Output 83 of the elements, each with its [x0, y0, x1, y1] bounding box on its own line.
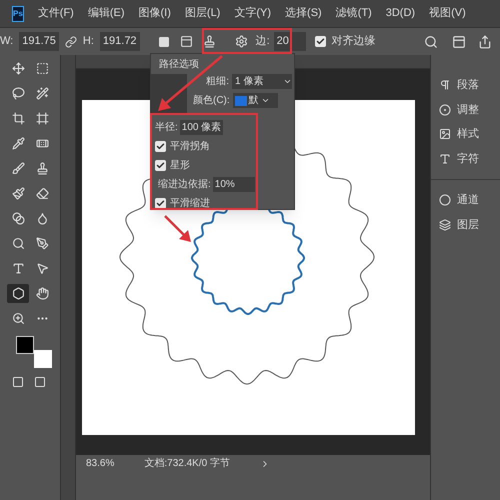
height-field[interactable]: 191.72 [100, 32, 140, 51]
align-icon[interactable] [180, 35, 193, 48]
image-icon[interactable] [439, 128, 451, 140]
app-logo: Ps [12, 6, 24, 22]
bandage-icon [36, 137, 48, 150]
tool-button[interactable] [7, 284, 29, 303]
panel-tab[interactable]: 调整 [457, 102, 479, 118]
brush-icon [12, 187, 24, 200]
width-field[interactable]: 191.75 [19, 32, 59, 51]
panel-tab[interactable]: 通道 [457, 192, 479, 208]
eraser-icon [36, 187, 48, 200]
weight-dropdown[interactable]: 1 像素 [232, 74, 292, 89]
frame-icon [36, 112, 48, 125]
checkbox[interactable] [155, 141, 166, 152]
checkbox[interactable] [314, 36, 326, 47]
height-label: H: [82, 34, 94, 50]
hexagon-icon [12, 287, 24, 300]
share-icon[interactable] [478, 34, 492, 48]
type-icon [12, 262, 24, 275]
checkbox[interactable] [155, 160, 166, 171]
menu-item[interactable]: 视图(V) [429, 5, 466, 22]
search-icon[interactable] [424, 34, 438, 48]
lasso-icon [12, 87, 24, 100]
hand-icon [36, 287, 48, 300]
pointer-icon [36, 262, 48, 275]
document-size: 文档:732.4K/0 字节 [144, 456, 230, 471]
wand-icon [36, 87, 48, 100]
screen-mode-icon[interactable] [34, 376, 46, 388]
color-label: 颜色(C): [193, 94, 230, 108]
radius-label: 半径: [155, 120, 178, 135]
menu-item[interactable]: 图像(I) [138, 5, 171, 22]
chevron-icon [283, 77, 292, 86]
circle-icon[interactable] [439, 194, 451, 206]
zoom-icon [12, 312, 24, 325]
sides-field[interactable]: 20 [274, 32, 306, 51]
weight-label: 粗细: [205, 75, 229, 89]
menu-item[interactable]: 滤镜(T) [336, 5, 372, 22]
settings-icon[interactable] [234, 35, 248, 48]
square-icon[interactable] [158, 36, 170, 48]
option-label: 平滑拐角 [170, 140, 210, 154]
menu-item[interactable]: 3D(D) [386, 5, 416, 22]
pilcrow-icon[interactable] [439, 79, 451, 92]
link-icon[interactable] [64, 36, 77, 48]
panel-tab[interactable]: 字符 [457, 150, 479, 167]
option-label: 缩进边依据: [158, 178, 211, 192]
menu-item[interactable]: 编辑(E) [88, 5, 125, 22]
radius-field[interactable]: 100 像素 [180, 120, 224, 135]
drop-icon [36, 212, 48, 225]
pen-icon [36, 237, 48, 250]
color-dropdown[interactable]: 默 [232, 93, 278, 108]
panel-tab[interactable]: 样式 [457, 126, 479, 142]
option-label: 平滑缩进 [170, 196, 210, 211]
option-label: 星形 [170, 159, 190, 173]
circle-icon[interactable] [439, 104, 451, 116]
align-edges-label: 对齐边缘 [332, 34, 376, 50]
panel-tab[interactable]: 图层 [457, 216, 479, 233]
sides-label: 边: [256, 34, 270, 50]
move-icon [12, 62, 24, 75]
zoom-level: 83.6% [86, 457, 114, 471]
background-swatch[interactable] [34, 350, 52, 368]
annotation-arrow [163, 214, 193, 244]
chevron-icon [260, 96, 270, 105]
letter-icon[interactable] [439, 152, 451, 165]
checkbox[interactable] [155, 198, 166, 209]
popup-title: 路径选项 [158, 58, 200, 72]
menu-item[interactable]: 文件(F) [38, 5, 74, 22]
stamp-icon [36, 162, 48, 175]
menu-item[interactable]: 选择(S) [285, 5, 322, 22]
layers-icon[interactable] [439, 218, 451, 231]
foreground-swatch[interactable] [16, 336, 34, 354]
marquee-icon [36, 62, 48, 75]
arrange-icon[interactable] [202, 35, 216, 48]
brush-icon [12, 162, 24, 175]
magnifier-icon [12, 237, 24, 250]
crop-icon [12, 112, 24, 125]
panel-tab[interactable]: 段落 [457, 77, 479, 94]
menu-item[interactable]: 文字(Y) [234, 5, 272, 22]
indent-field[interactable]: 10% [212, 177, 255, 192]
menu-item[interactable]: 图层(L) [184, 5, 220, 22]
workspace-icon[interactable] [452, 34, 466, 48]
width-label: W: [0, 34, 14, 50]
eyedropper-icon [12, 137, 24, 150]
mask-icon[interactable] [12, 376, 24, 388]
